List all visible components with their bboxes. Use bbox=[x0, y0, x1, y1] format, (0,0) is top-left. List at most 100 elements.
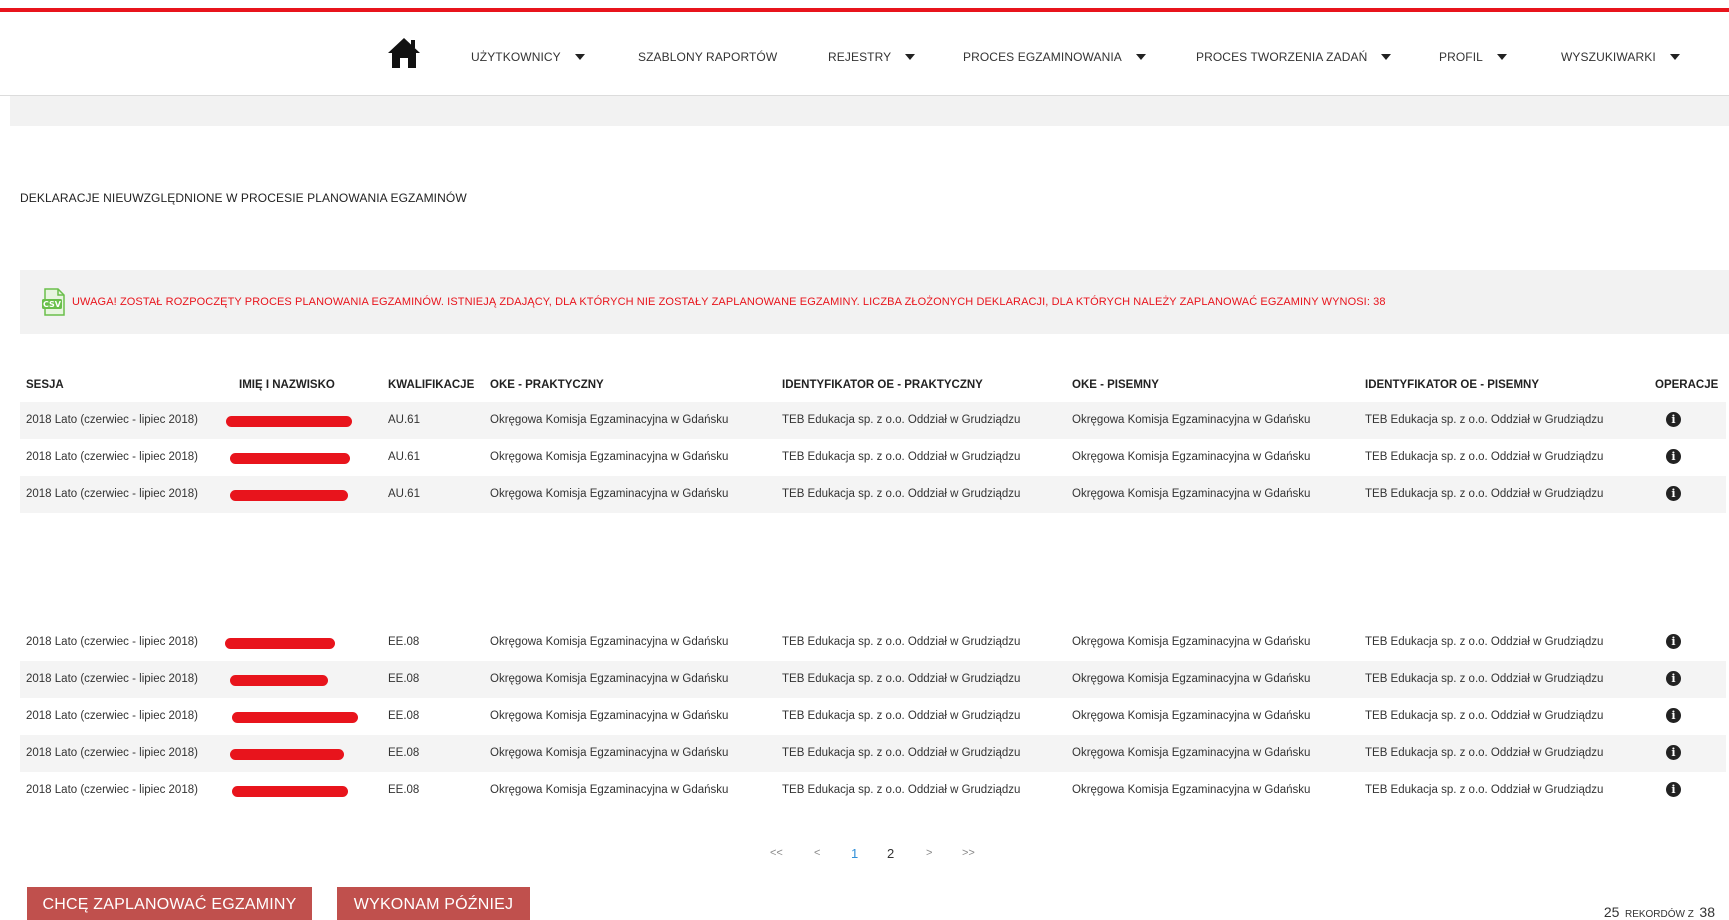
cell-oke-practical: Okręgowa Komisja Egzaminacyjna w Gdańsku bbox=[490, 636, 729, 648]
info-icon[interactable]: i bbox=[1666, 745, 1681, 760]
column-header-oe-id-written[interactable]: IDENTYFIKATOR OE - PISEMNY bbox=[1365, 379, 1539, 391]
cell-session: 2018 Lato (czerwiec - lipiec 2018) bbox=[26, 784, 198, 796]
alert-banner: CSV UWAGA! ZOSTAŁ ROZPOCZĘTY PROCES PLAN… bbox=[20, 270, 1729, 334]
records-total: 38 bbox=[1699, 904, 1715, 920]
cell-oke-written: Okręgowa Komisja Egzaminacyjna w Gdańsku bbox=[1072, 451, 1311, 463]
cell-oke-practical: Okręgowa Komisja Egzaminacyjna w Gdańsku bbox=[490, 710, 729, 722]
page-title: DEKLARACJE NIEUWZGLĘDNIONE W PROCESIE PL… bbox=[20, 191, 467, 205]
do-later-button[interactable]: WYKONAM PÓŹNIEJ bbox=[337, 887, 530, 920]
cell-oe-id-practical: TEB Edukacja sp. z o.o. Oddział w Grudzi… bbox=[782, 451, 1021, 463]
cell-oke-practical: Okręgowa Komisja Egzaminacyjna w Gdańsku bbox=[490, 673, 729, 685]
cell-oe-id-written: TEB Edukacja sp. z o.o. Oddział w Grudzi… bbox=[1365, 414, 1604, 426]
main-navigation: UŻYTKOWNICY SZABLONY RAPORTÓW REJESTRY P… bbox=[0, 12, 1729, 96]
cell-oke-practical: Okręgowa Komisja Egzaminacyjna w Gdańsku bbox=[490, 784, 729, 796]
info-icon[interactable]: i bbox=[1666, 634, 1681, 649]
nav-item-label: REJESTRY bbox=[828, 50, 892, 64]
info-icon[interactable]: i bbox=[1666, 486, 1681, 501]
column-header-name[interactable]: IMIĘ I NAZWISKO bbox=[239, 379, 335, 391]
pagination-next[interactable]: > bbox=[926, 847, 932, 859]
cell-qualification: AU.61 bbox=[388, 488, 420, 500]
cell-oke-written: Okręgowa Komisja Egzaminacyjna w Gdańsku bbox=[1072, 784, 1311, 796]
table-row: 2018 Lato (czerwiec - lipiec 2018) EE.08… bbox=[20, 661, 1726, 698]
cell-oke-written: Okręgowa Komisja Egzaminacyjna w Gdańsku bbox=[1072, 673, 1311, 685]
column-header-operations: OPERACJE bbox=[1655, 379, 1719, 391]
table-row: 2018 Lato (czerwiec - lipiec 2018) AU.61… bbox=[20, 476, 1726, 513]
cell-oe-id-written: TEB Edukacja sp. z o.o. Oddział w Grudzi… bbox=[1365, 673, 1604, 685]
nav-item-search[interactable]: WYSZUKIWARKI bbox=[1561, 50, 1680, 64]
cell-oe-id-practical: TEB Edukacja sp. z o.o. Oddział w Grudzi… bbox=[782, 414, 1021, 426]
cell-oke-written: Okręgowa Komisja Egzaminacyjna w Gdańsku bbox=[1072, 488, 1311, 500]
nav-item-users[interactable]: UŻYTKOWNICY bbox=[471, 50, 585, 64]
column-header-oke-practical[interactable]: OKE - PRAKTYCZNY bbox=[490, 379, 604, 391]
info-icon[interactable]: i bbox=[1666, 708, 1681, 723]
cell-qualification: AU.61 bbox=[388, 451, 420, 463]
cell-oke-practical: Okręgowa Komisja Egzaminacyjna w Gdańsku bbox=[490, 747, 729, 759]
cell-session: 2018 Lato (czerwiec - lipiec 2018) bbox=[26, 488, 198, 500]
cell-qualification: EE.08 bbox=[388, 636, 420, 648]
nav-item-label: PROCES EGZAMINOWANIA bbox=[963, 50, 1122, 64]
info-icon[interactable]: i bbox=[1666, 449, 1681, 464]
records-label: REKORDÓW Z bbox=[1624, 909, 1694, 920]
chevron-down-icon bbox=[1496, 54, 1507, 60]
nav-item-task-creation[interactable]: PROCES TWORZENIA ZADAŃ bbox=[1196, 50, 1392, 64]
table-row: 2018 Lato (czerwiec - lipiec 2018) EE.08… bbox=[20, 735, 1726, 772]
column-header-oke-written[interactable]: OKE - PISEMNY bbox=[1072, 379, 1159, 391]
cell-session: 2018 Lato (czerwiec - lipiec 2018) bbox=[26, 710, 198, 722]
cell-oke-practical: Okręgowa Komisja Egzaminacyjna w Gdańsku bbox=[490, 488, 729, 500]
records-per-page[interactable]: 25 bbox=[1604, 904, 1620, 920]
cell-oke-written: Okręgowa Komisja Egzaminacyjna w Gdańsku bbox=[1072, 414, 1311, 426]
cell-qualification: EE.08 bbox=[388, 747, 420, 759]
records-counter: 25 REKORDÓW Z 38 bbox=[1604, 904, 1715, 920]
cell-oe-id-written: TEB Edukacja sp. z o.o. Oddział w Grudzi… bbox=[1365, 636, 1604, 648]
redacted-name bbox=[230, 675, 328, 686]
redacted-name bbox=[232, 712, 358, 723]
plan-exams-button[interactable]: CHCĘ ZAPLANOWAĆ EGZAMINY bbox=[27, 887, 312, 920]
redacted-name bbox=[225, 638, 335, 649]
table-row: 2018 Lato (czerwiec - lipiec 2018) EE.08… bbox=[20, 624, 1726, 661]
info-icon[interactable]: i bbox=[1666, 412, 1681, 427]
cell-session: 2018 Lato (czerwiec - lipiec 2018) bbox=[26, 636, 198, 648]
table-row: 2018 Lato (czerwiec - lipiec 2018) EE.08… bbox=[20, 698, 1726, 735]
table-row: 2018 Lato (czerwiec - lipiec 2018) EE.08… bbox=[20, 772, 1726, 809]
column-header-qualifications[interactable]: KWALIFIKACJE bbox=[388, 379, 474, 391]
cell-oe-id-practical: TEB Edukacja sp. z o.o. Oddział w Grudzi… bbox=[782, 747, 1021, 759]
cell-qualification: EE.08 bbox=[388, 710, 420, 722]
cell-session: 2018 Lato (czerwiec - lipiec 2018) bbox=[26, 747, 198, 759]
nav-item-label: PROFIL bbox=[1439, 50, 1483, 64]
cell-oke-written: Okręgowa Komisja Egzaminacyjna w Gdańsku bbox=[1072, 747, 1311, 759]
pagination-page-2[interactable]: 2 bbox=[887, 846, 894, 861]
cell-oe-id-practical: TEB Edukacja sp. z o.o. Oddział w Grudzi… bbox=[782, 488, 1021, 500]
cell-oke-practical: Okręgowa Komisja Egzaminacyjna w Gdańsku bbox=[490, 451, 729, 463]
pagination-last[interactable]: >> bbox=[962, 847, 975, 859]
cell-session: 2018 Lato (czerwiec - lipiec 2018) bbox=[26, 451, 198, 463]
table-row: 2018 Lato (czerwiec - lipiec 2018) AU.61… bbox=[20, 402, 1726, 439]
pagination-prev[interactable]: < bbox=[814, 847, 820, 859]
column-header-oe-id-practical[interactable]: IDENTYFIKATOR OE - PRAKTYCZNY bbox=[782, 379, 983, 391]
cell-oe-id-practical: TEB Edukacja sp. z o.o. Oddział w Grudzi… bbox=[782, 784, 1021, 796]
nav-item-label: WYSZUKIWARKI bbox=[1561, 50, 1656, 64]
column-header-session[interactable]: SESJA bbox=[26, 379, 64, 391]
cell-oe-id-practical: TEB Edukacja sp. z o.o. Oddział w Grudzi… bbox=[782, 710, 1021, 722]
cell-oe-id-written: TEB Edukacja sp. z o.o. Oddział w Grudzi… bbox=[1365, 784, 1604, 796]
cell-oe-id-practical: TEB Edukacja sp. z o.o. Oddział w Grudzi… bbox=[782, 636, 1021, 648]
table-header: SESJA IMIĘ I NAZWISKO KWALIFIKACJE OKE -… bbox=[20, 369, 1729, 403]
info-icon[interactable]: i bbox=[1666, 671, 1681, 686]
nav-item-profile[interactable]: PROFIL bbox=[1439, 50, 1507, 64]
chevron-down-icon bbox=[1135, 54, 1146, 60]
csv-icon[interactable]: CSV bbox=[41, 288, 67, 316]
pagination-page-1[interactable]: 1 bbox=[851, 846, 858, 861]
home-icon[interactable] bbox=[386, 36, 422, 70]
nav-item-registers[interactable]: REJESTRY bbox=[828, 50, 916, 64]
nav-item-label: SZABLONY RAPORTÓW bbox=[638, 50, 778, 64]
cell-qualification: EE.08 bbox=[388, 784, 420, 796]
cell-oe-id-written: TEB Edukacja sp. z o.o. Oddział w Grudzi… bbox=[1365, 488, 1604, 500]
nav-item-exam-process[interactable]: PROCES EGZAMINOWANIA bbox=[963, 50, 1146, 64]
subheader-band bbox=[10, 96, 1729, 126]
nav-item-label: UŻYTKOWNICY bbox=[471, 50, 561, 64]
chevron-down-icon bbox=[1381, 54, 1392, 60]
pagination: << < 1 2 > >> bbox=[0, 846, 1729, 867]
info-icon[interactable]: i bbox=[1666, 782, 1681, 797]
chevron-down-icon bbox=[905, 54, 916, 60]
pagination-first[interactable]: << bbox=[770, 847, 783, 859]
nav-item-report-templates[interactable]: SZABLONY RAPORTÓW bbox=[638, 50, 777, 64]
